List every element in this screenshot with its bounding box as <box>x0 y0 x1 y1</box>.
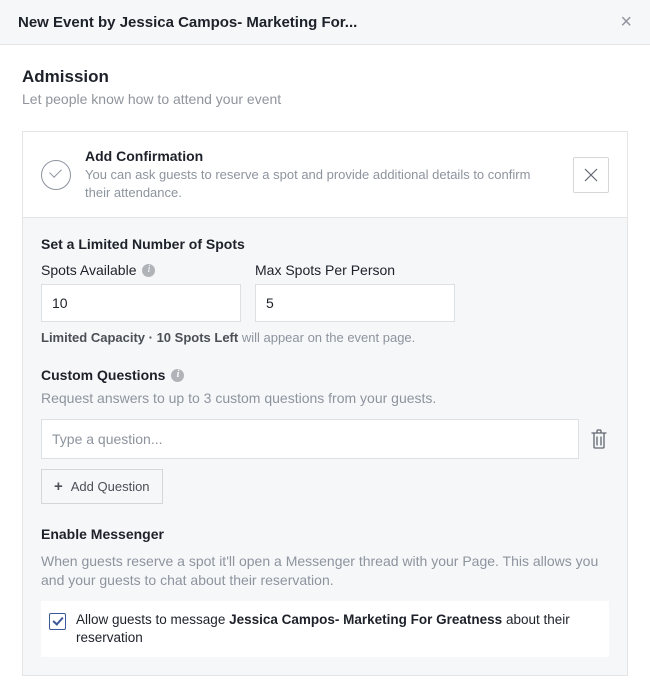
question-row <box>41 419 609 459</box>
questions-heading-row: Custom Questions i <box>41 367 609 383</box>
max-spots-label-row: Max Spots Per Person <box>255 262 455 278</box>
info-icon[interactable]: i <box>142 264 155 277</box>
spots-hint-bold: Limited Capacity · 10 Spots Left <box>41 330 238 345</box>
messenger-checkbox[interactable] <box>49 613 66 630</box>
page-body: Admission Let people know how to attend … <box>0 45 650 686</box>
confirmation-row: Add Confirmation You can ask guests to r… <box>23 132 627 218</box>
messenger-check-pre: Allow guests to message <box>76 612 229 627</box>
spots-available-label: Spots Available <box>41 262 136 278</box>
spots-fields: Spots Available i Max Spots Per Person <box>41 262 609 322</box>
confirmation-title: Add Confirmation <box>85 148 559 164</box>
messenger-check-bold: Jessica Campos- Marketing For Greatness <box>229 612 502 627</box>
add-question-label: Add Question <box>71 479 150 494</box>
add-question-button[interactable]: + Add Question <box>41 469 163 504</box>
max-spots-label: Max Spots Per Person <box>255 262 395 278</box>
messenger-heading: Enable Messenger <box>41 526 609 542</box>
spots-available-input[interactable] <box>41 284 241 322</box>
admission-sub: Let people know how to attend your event <box>22 91 628 107</box>
messenger-checkbox-row: Allow guests to message Jessica Campos- … <box>41 601 609 657</box>
info-icon[interactable]: i <box>171 369 184 382</box>
plus-icon: + <box>54 478 63 495</box>
question-input[interactable] <box>41 419 579 459</box>
modal-title: New Event by Jessica Campos- Marketing F… <box>18 14 357 31</box>
settings-panel: Set a Limited Number of Spots Spots Avai… <box>23 218 627 675</box>
spots-hint-rest: will appear on the event page. <box>238 330 415 345</box>
spots-available-field: Spots Available i <box>41 262 241 322</box>
questions-heading: Custom Questions <box>41 367 165 383</box>
x-icon <box>584 168 598 182</box>
messenger-desc: When guests reserve a spot it'll open a … <box>41 552 609 591</box>
spots-heading: Set a Limited Number of Spots <box>41 236 609 252</box>
custom-questions-section: Custom Questions i Request answers to up… <box>41 367 609 504</box>
checkmark-circle-icon <box>41 160 71 190</box>
messenger-section: Enable Messenger When guests reserve a s… <box>41 526 609 658</box>
trash-icon[interactable] <box>589 428 609 450</box>
questions-desc: Request answers to up to 3 custom questi… <box>41 389 609 409</box>
spots-hint: Limited Capacity · 10 Spots Left will ap… <box>41 330 609 345</box>
modal-header: New Event by Jessica Campos- Marketing F… <box>0 0 650 45</box>
admission-heading: Admission <box>22 67 628 87</box>
admission-card: Add Confirmation You can ask guests to r… <box>22 131 628 676</box>
confirmation-desc: You can ask guests to reserve a spot and… <box>85 166 559 201</box>
dismiss-confirmation-button[interactable] <box>573 157 609 193</box>
confirmation-text: Add Confirmation You can ask guests to r… <box>85 148 559 201</box>
messenger-checkbox-label: Allow guests to message Jessica Campos- … <box>76 611 601 647</box>
close-icon[interactable]: × <box>620 12 632 32</box>
max-spots-field: Max Spots Per Person <box>255 262 455 322</box>
spots-available-label-row: Spots Available i <box>41 262 241 278</box>
max-spots-input[interactable] <box>255 284 455 322</box>
